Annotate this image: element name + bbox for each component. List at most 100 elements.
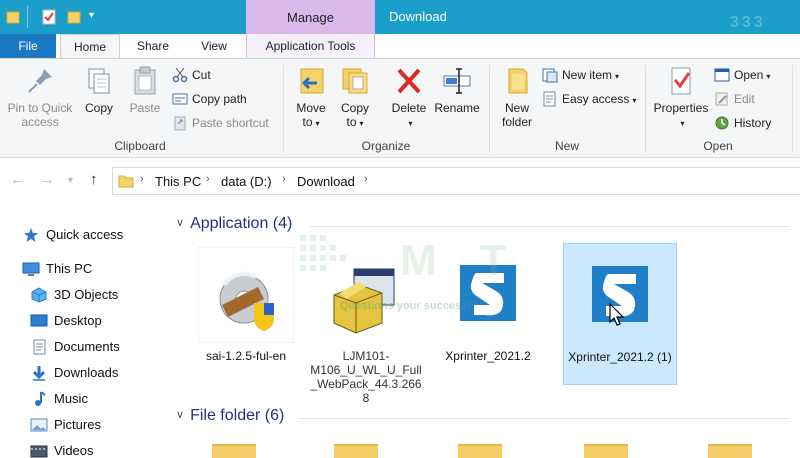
delete-label: Delete — [391, 101, 427, 115]
sidebar-item-downloads[interactable]: Downloads — [30, 362, 118, 384]
group-header-label: File folder (6) — [190, 407, 285, 424]
rename-label: Rename — [434, 101, 480, 115]
breadcrumb-chevron-icon[interactable]: › — [364, 173, 368, 185]
copy-to-label-line2: to — [346, 115, 357, 129]
paste-shortcut-label: Paste shortcut — [192, 116, 269, 130]
rename-button[interactable]: Rename — [432, 65, 482, 115]
folder-icon[interactable] — [584, 444, 628, 458]
easy-access-icon — [542, 91, 558, 107]
move-to-button[interactable]: Move to ▾ — [288, 65, 334, 131]
xprinter-app-icon — [440, 247, 536, 343]
chevron-down-icon: ▾ — [315, 119, 320, 128]
breadcrumb-this-pc[interactable]: This PC — [155, 174, 201, 189]
properties-button[interactable]: Properties ▾ — [650, 65, 712, 131]
open-button[interactable]: Open ▾ — [714, 65, 770, 85]
sidebar-item-label: Documents — [54, 339, 120, 354]
file-item[interactable]: LJM101-M106_U_WL_U_Full_WebPack_44.3.266… — [310, 243, 424, 405]
picture-icon — [30, 417, 48, 433]
easy-access-button[interactable]: Easy access ▾ — [542, 89, 636, 109]
file-item-selected[interactable]: Xprinter_2021.2 (1) — [563, 243, 677, 385]
new-folder-button[interactable]: New folder — [494, 65, 540, 129]
group-header-application[interactable]: ∨ Application (4) — [176, 215, 292, 233]
download-arrow-icon — [30, 365, 48, 381]
back-arrow-icon[interactable]: ← — [10, 171, 25, 188]
installer-box-icon — [318, 247, 414, 343]
properties-check-icon[interactable] — [42, 9, 56, 25]
up-arrow-icon[interactable]: ↑ — [90, 171, 98, 188]
copy-label: Copy — [84, 101, 113, 115]
folder-icon[interactable] — [212, 444, 256, 458]
copy-path-button[interactable]: Copy path — [172, 89, 247, 109]
history-button[interactable]: History — [714, 113, 771, 133]
edit-button[interactable]: Edit — [714, 89, 755, 109]
tab-file[interactable]: File — [0, 34, 56, 59]
navigation-pane: Quick access This PC 3D Objects Desktop … — [0, 203, 170, 458]
cube-icon — [30, 286, 48, 303]
ribbon-group-separator — [792, 65, 793, 153]
sidebar-item-desktop[interactable]: Desktop — [30, 310, 102, 332]
manage-tab[interactable]: Manage — [246, 0, 375, 34]
folder-icon[interactable] — [6, 9, 20, 25]
music-note-icon — [30, 390, 48, 407]
sidebar-item-quick-access[interactable]: Quick access — [22, 224, 123, 246]
new-item-icon — [542, 67, 558, 83]
paste-button[interactable]: Paste — [124, 65, 166, 115]
sidebar-item-label: Desktop — [54, 313, 102, 328]
sidebar-item-label: Videos — [54, 443, 94, 458]
sidebar-item-label: Downloads — [54, 365, 119, 380]
cut-button[interactable]: Cut — [172, 65, 211, 85]
chevron-down-icon: ▾ — [615, 72, 620, 81]
move-to-icon — [295, 65, 327, 97]
sidebar-item-documents[interactable]: Documents — [30, 336, 120, 358]
sidebar-item-label: Quick access — [46, 227, 124, 242]
edit-pencil-icon — [714, 91, 730, 107]
chevron-down-icon: ▾ — [680, 119, 685, 128]
chevron-down-icon: ▾ — [359, 119, 364, 128]
new-item-button[interactable]: New item ▾ — [542, 65, 619, 85]
copy-button[interactable]: Copy — [80, 65, 118, 115]
breadcrumb-download[interactable]: Download — [297, 174, 355, 189]
sidebar-item-music[interactable]: Music — [30, 388, 88, 410]
paste-shortcut-button[interactable]: Paste shortcut — [172, 113, 269, 133]
tab-home[interactable]: Home — [60, 34, 120, 60]
folder-icon[interactable] — [334, 444, 378, 458]
breadcrumb-data-drive[interactable]: data (D:) — [221, 174, 272, 189]
breadcrumb-chevron-icon[interactable]: › — [282, 173, 286, 185]
open-group: Properties ▾ Open ▾ Edit History Open — [646, 59, 790, 157]
new-folder-label-line2: folder — [501, 115, 533, 129]
new-folder-label-line1: New — [504, 101, 529, 115]
paste-shortcut-icon — [172, 115, 188, 131]
chevron-down-icon: ▾ — [408, 119, 413, 128]
customize-quick-access-icon[interactable]: ▾ — [89, 10, 94, 21]
sidebar-item-videos[interactable]: Videos — [30, 440, 94, 458]
copy-to-icon — [339, 65, 371, 97]
group-header-file-folder[interactable]: ∨ File folder (6) — [176, 407, 284, 425]
breadcrumb-chevron-icon[interactable]: › — [206, 173, 210, 185]
tab-application-tools[interactable]: Application Tools — [246, 34, 375, 59]
breadcrumb-chevron-icon[interactable]: › — [140, 173, 144, 185]
document-icon — [30, 339, 48, 355]
file-item[interactable]: Xprinter_2021.2 — [432, 243, 546, 385]
title-bar: ▾ Manage Download 333 — [0, 0, 800, 34]
delete-x-icon — [393, 65, 425, 97]
sidebar-item-3d-objects[interactable]: 3D Objects — [30, 284, 118, 306]
delete-button[interactable]: Delete ▾ — [386, 65, 432, 131]
sidebar-item-label: This PC — [46, 261, 93, 276]
sidebar-item-pictures[interactable]: Pictures — [30, 414, 101, 436]
recent-locations-chevron-icon[interactable]: ▾ — [68, 175, 73, 186]
scissors-icon — [172, 67, 188, 83]
folder-icon[interactable] — [708, 444, 752, 458]
group-header-rule — [310, 226, 790, 227]
organize-group-label: Organize — [361, 139, 411, 153]
tab-share[interactable]: Share — [124, 34, 182, 59]
file-item[interactable]: sai-1.2.5-ful-en — [190, 243, 304, 385]
tab-view[interactable]: View — [186, 34, 242, 59]
new-folder-icon[interactable] — [67, 9, 81, 25]
copy-to-button[interactable]: Copy to ▾ — [334, 65, 376, 131]
folder-icon[interactable] — [458, 444, 502, 458]
address-bar[interactable]: › This PC › data (D:) › Download › — [112, 167, 800, 195]
sidebar-item-this-pc[interactable]: This PC — [22, 258, 92, 280]
pin-to-quick-access-button[interactable]: Pin to Quick access — [4, 65, 76, 129]
forward-arrow-icon[interactable]: → — [40, 171, 55, 188]
move-to-label-line1: Move — [296, 101, 326, 115]
